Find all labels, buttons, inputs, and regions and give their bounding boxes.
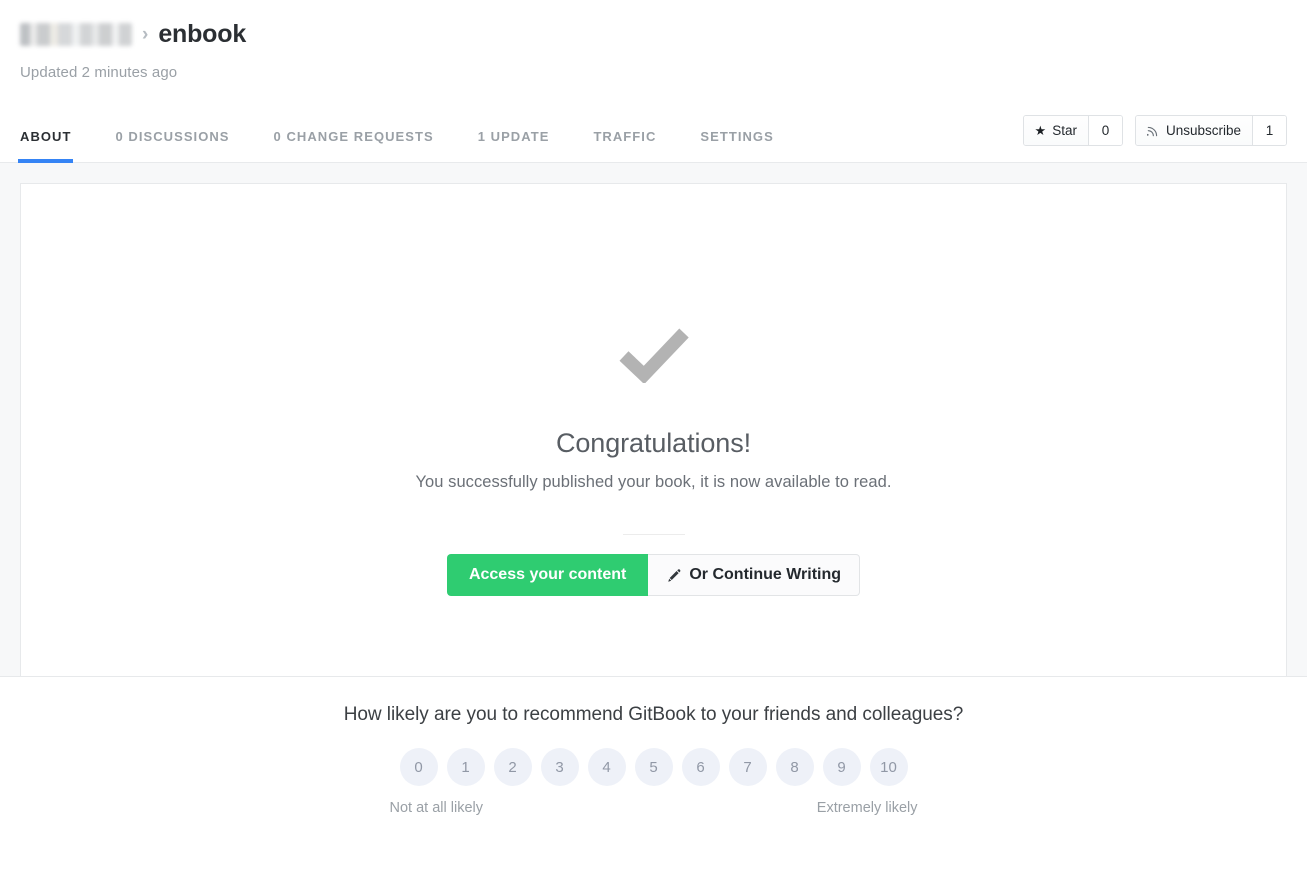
access-your-content-button[interactable]: Access your content [446,554,649,596]
nps-option-3[interactable]: 3 [540,748,579,786]
cta-row: Access your content Or Continue Writing [446,554,861,596]
unsubscribe-button-label: Unsubscribe [1165,123,1241,138]
survey-question: How likely are you to recommend GitBook … [343,704,964,725]
gitbook-book-page: › enbook Updated 2 minutes ago ABOUT 0 D… [0,0,1307,891]
tab-traffic[interactable]: TRAFFIC [593,129,656,162]
star-icon: ★ [1034,123,1047,138]
subscribe-button-group: Unsubscribe 1 [1134,115,1287,146]
body-area: Congratulations! You successfully publis… [0,163,1307,676]
nps-option-7[interactable]: 7 [728,748,767,786]
publish-success-card: Congratulations! You successfully publis… [20,183,1287,676]
nps-option-8[interactable]: 8 [775,748,814,786]
continue-writing-label: Or Continue Writing [689,566,842,583]
tab-change-requests[interactable]: 0 CHANGE REQUESTS [274,129,434,162]
page-header: › enbook Updated 2 minutes ago [0,0,1307,81]
nps-survey: How likely are you to recommend GitBook … [0,676,1307,834]
nps-option-6[interactable]: 6 [681,748,720,786]
tab-about[interactable]: ABOUT [17,129,74,163]
star-button-group: ★ Star 0 [1022,115,1123,146]
star-count[interactable]: 0 [1087,116,1122,145]
pencil-icon [666,568,681,583]
subscriber-count[interactable]: 1 [1252,116,1286,145]
nps-option-4[interactable]: 4 [587,748,626,786]
section-divider [622,534,685,535]
chevron-right-icon: › [142,23,149,45]
header-actions: ★ Star 0 Unsubscribe 1 [1022,115,1287,162]
nps-scale: 0 1 2 3 4 5 6 7 8 9 10 [0,748,1307,786]
nps-option-9[interactable]: 9 [822,748,861,786]
tabs-bar: ABOUT 0 DISCUSSIONS 0 CHANGE REQUESTS 1 … [0,105,1307,163]
success-subtitle: You successfully published your book, it… [415,473,892,491]
owner-name-redacted[interactable] [20,22,132,46]
tab-list: ABOUT 0 DISCUSSIONS 0 CHANGE REQUESTS 1 … [17,105,774,163]
checkmark-icon [619,327,689,388]
nps-scale-labels: Not at all likely Extremely likely [390,800,918,816]
nps-high-label: Extremely likely [816,800,918,816]
nps-option-2[interactable]: 2 [493,748,532,786]
updated-timestamp: Updated 2 minutes ago [20,64,178,81]
tab-settings[interactable]: SETTINGS [700,129,773,162]
continue-writing-button[interactable]: Or Continue Writing [648,554,861,596]
tab-updates[interactable]: 1 UPDATE [478,129,550,162]
unsubscribe-button[interactable]: Unsubscribe [1135,116,1252,145]
nps-option-10[interactable]: 10 [869,748,908,786]
star-button-label: Star [1052,123,1077,138]
nps-option-5[interactable]: 5 [634,748,673,786]
nps-low-label: Not at all likely [389,800,483,816]
rss-icon [1146,124,1160,137]
nps-option-0[interactable]: 0 [399,748,438,786]
star-button[interactable]: ★ Star [1023,116,1088,145]
page-title: enbook [158,19,247,48]
success-title: Congratulations! [555,428,752,458]
nps-option-1[interactable]: 1 [446,748,485,786]
tab-discussions[interactable]: 0 DISCUSSIONS [115,129,229,162]
breadcrumb: › enbook [20,16,1287,52]
